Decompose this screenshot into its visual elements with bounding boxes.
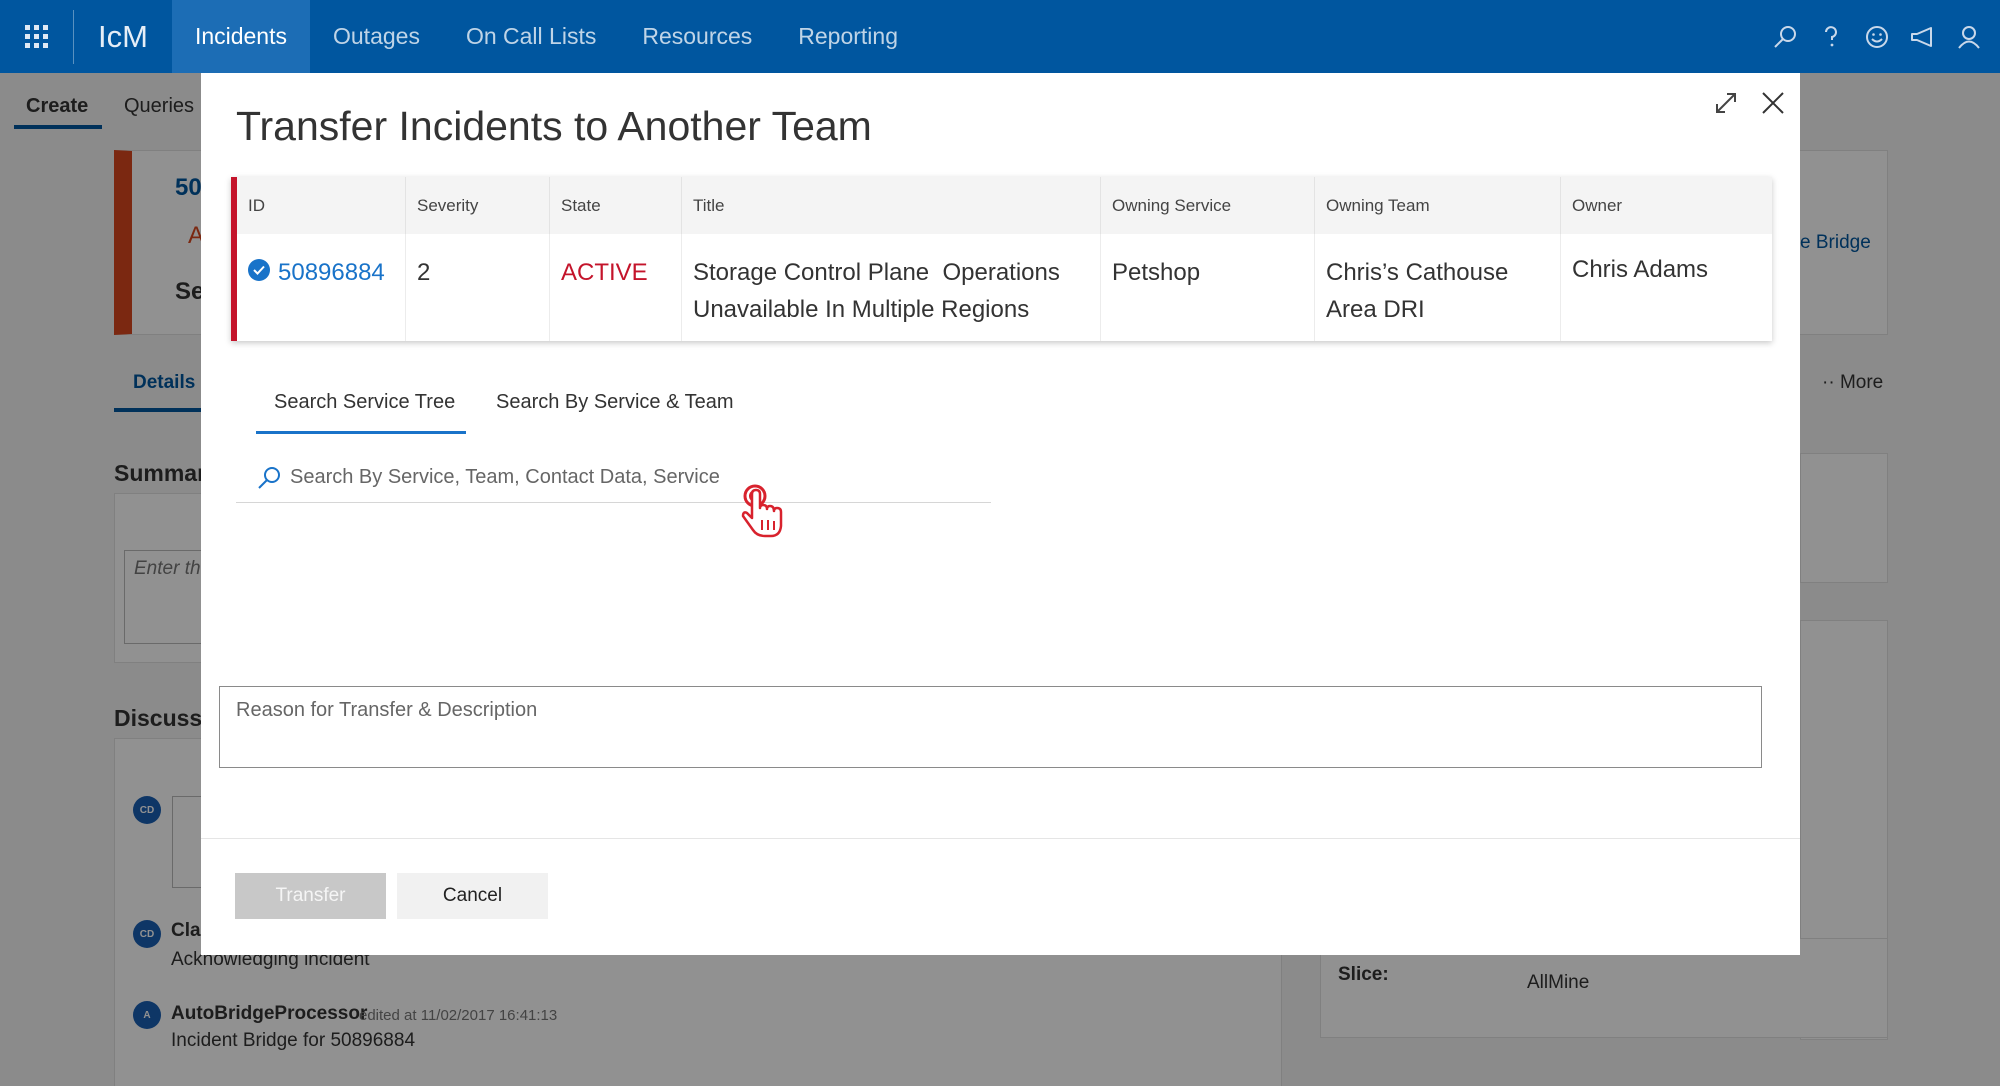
- service-search-input[interactable]: [290, 457, 980, 497]
- footer-divider: [201, 838, 1800, 839]
- column-header-owning-team[interactable]: Owning Team: [1315, 177, 1561, 234]
- dialog-title: Transfer Incidents to Another Team: [236, 103, 872, 149]
- cell-id: 50896884: [237, 234, 406, 341]
- close-icon[interactable]: [1753, 83, 1793, 123]
- transfer-dialog: Transfer Incidents to Another Team ID Se…: [201, 73, 1800, 955]
- nav-resources[interactable]: Resources: [619, 0, 775, 73]
- owning-team-line: Chris’s Cathouse: [1326, 259, 1509, 286]
- column-header-owner[interactable]: Owner: [1561, 177, 1772, 234]
- incidents-table: ID Severity State Title Owning Service O…: [231, 177, 1772, 341]
- cell-owner: Chris Adams: [1572, 256, 1709, 283]
- tab-search-service-tree[interactable]: Search Service Tree: [256, 384, 466, 434]
- owning-team-line: Area DRI: [1326, 296, 1425, 323]
- checkmark-icon[interactable]: [248, 258, 270, 281]
- column-header-severity[interactable]: Severity: [406, 177, 550, 234]
- top-nav-bar: IcM Incidents Outages On Call Lists Reso…: [0, 0, 2000, 73]
- transfer-reason-textarea[interactable]: [219, 686, 1762, 768]
- smiley-feedback-icon[interactable]: [1854, 0, 1900, 73]
- title-line: Storage Control Plane Operations: [693, 259, 1060, 286]
- nav-outages[interactable]: Outages: [310, 0, 443, 73]
- incident-id-link[interactable]: 50896884: [278, 259, 385, 286]
- column-header-title[interactable]: Title: [682, 177, 1101, 234]
- title-line: Unavailable In Multiple Regions: [693, 296, 1030, 323]
- app-launcher-icon[interactable]: [0, 0, 73, 73]
- tab-search-by-service-team[interactable]: Search By Service & Team: [496, 384, 734, 434]
- table-header-row: ID Severity State Title Owning Service O…: [237, 177, 1772, 234]
- nav-incidents[interactable]: Incidents: [171, 0, 310, 73]
- service-search-box: [236, 457, 991, 503]
- cell-severity: 2: [406, 234, 550, 341]
- app-brand[interactable]: IcM: [74, 19, 172, 55]
- search-icon[interactable]: [1762, 0, 1808, 73]
- search-icon: [256, 465, 282, 491]
- column-header-state[interactable]: State: [550, 177, 682, 234]
- column-header-owning-service[interactable]: Owning Service: [1101, 177, 1315, 234]
- expand-icon[interactable]: [1706, 83, 1746, 123]
- user-profile-icon[interactable]: [1946, 0, 1992, 73]
- cancel-button[interactable]: Cancel: [397, 873, 548, 919]
- megaphone-icon[interactable]: [1900, 0, 1946, 73]
- nav-reporting[interactable]: Reporting: [775, 0, 921, 73]
- nav-on-call-lists[interactable]: On Call Lists: [443, 0, 619, 73]
- transfer-button[interactable]: Transfer: [235, 873, 386, 919]
- column-header-id[interactable]: ID: [237, 177, 406, 234]
- cell-state: ACTIVE: [550, 234, 682, 341]
- help-icon[interactable]: [1808, 0, 1854, 73]
- cell-owning-team: Chris’s Cathouse Area DRI: [1315, 234, 1561, 341]
- cell-title: Storage Control Plane Operations Unavail…: [682, 234, 1101, 341]
- hand-pointer-cursor-icon: [738, 484, 788, 544]
- cell-owning-service: Petshop: [1101, 234, 1315, 341]
